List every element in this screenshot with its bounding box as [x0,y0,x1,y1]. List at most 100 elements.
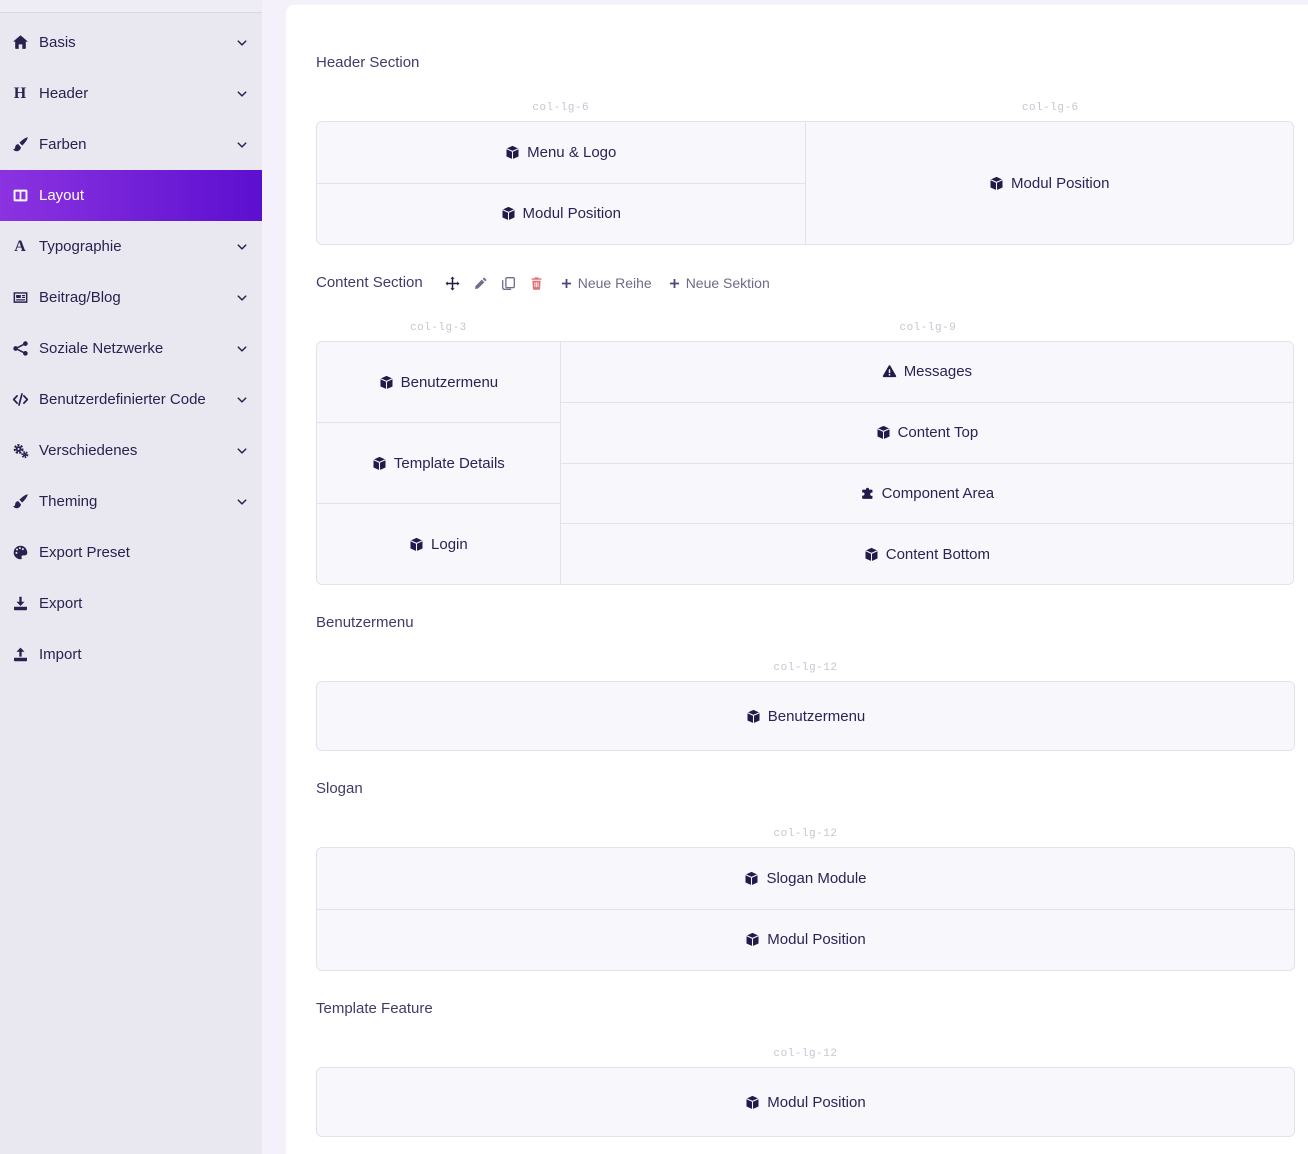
grid-column: Modul Position [316,1067,1295,1137]
cogs-icon [10,442,30,459]
sidebar: Basis H Header Farben Layout A Typograph… [0,0,262,1154]
section-benutzermenu: Benutzermenu col-lg-12 Benutzermenu [316,614,1295,751]
edit-pencil-icon[interactable] [473,276,488,291]
column-width-label: col-lg-12 [316,828,1295,840]
sidebar-item-import[interactable]: Import [0,629,262,680]
sidebar-item-export-preset[interactable]: Export Preset [0,527,262,578]
module-component-area[interactable]: Component Area [560,463,1294,525]
section-slogan: Slogan col-lg-12 Slogan Module Modul Pos… [316,780,1295,971]
section-row: Modul Position [316,1067,1295,1137]
cube-icon [864,547,879,562]
column-labels-row: col-lg-3 col-lg-9 [316,322,1295,334]
module-modul-position[interactable]: Modul Position [316,909,1295,972]
column-labels-row: col-lg-12 [316,828,1295,840]
paintbrush-icon [10,136,30,153]
chevron-down-icon [236,241,248,253]
sidebar-item-label: Farben [39,136,236,153]
column-width-label: col-lg-12 [316,1048,1295,1060]
module-modul-position[interactable]: Modul Position [805,121,1295,245]
cube-icon [505,145,520,160]
palette-icon [10,544,30,561]
cube-icon [744,871,759,886]
cube-icon [989,176,1004,191]
module-content-top[interactable]: Content Top [560,402,1294,464]
module-label: Menu & Logo [527,144,616,161]
layout-builder-panel: Header Section col-lg-6 col-lg-6 Menu & … [286,5,1308,1154]
column-width-label: col-lg-9 [561,322,1295,334]
cube-icon [746,709,761,724]
copy-icon[interactable] [501,276,516,291]
column-labels-row: col-lg-6 col-lg-6 [316,102,1295,114]
sidebar-item-label: Beitrag/Blog [39,289,236,306]
cube-icon [745,1095,760,1110]
sidebar-item-beitrag-blog[interactable]: Beitrag/Blog [0,272,262,323]
move-icon[interactable] [445,276,460,291]
sidebar-item-label: Theming [39,493,236,510]
module-login[interactable]: Login [316,503,561,585]
new-section-label: Neue Sektion [686,275,770,291]
sidebar-item-header[interactable]: H Header [0,68,262,119]
cube-icon [745,932,760,947]
chevron-down-icon [236,394,248,406]
section-content-section: Content Section Neue Reihe Neue Sektion … [316,274,1295,585]
module-template-details[interactable]: Template Details [316,422,561,504]
section-title: Template Feature [316,1000,433,1018]
code-icon [10,391,30,408]
module-label: Benutzermenu [768,708,866,725]
new-row-button[interactable]: Neue Reihe [560,275,652,291]
section-toolbar: Neue Reihe Neue Sektion [445,275,770,291]
cube-icon [379,375,394,390]
chevron-down-icon [236,496,248,508]
chevron-down-icon [236,343,248,355]
module-content-bottom[interactable]: Content Bottom [560,523,1294,585]
module-benutzermenu[interactable]: Benutzermenu [316,341,561,423]
module-menu-logo[interactable]: Menu & Logo [316,121,806,184]
column-width-label: col-lg-3 [316,322,561,334]
module-label: Benutzermenu [401,374,499,391]
chevron-down-icon [236,445,248,457]
module-slogan-module[interactable]: Slogan Module [316,847,1295,910]
plus-icon [560,277,573,290]
grid-column: Messages Content Top Component Area Cont… [560,341,1294,585]
download-icon [10,595,30,612]
sidebar-item-export[interactable]: Export [0,578,262,629]
module-label: Content Top [898,424,979,441]
sidebar-item-theming[interactable]: Theming [0,476,262,527]
chevron-down-icon [236,139,248,151]
columns-icon [10,187,30,204]
sidebar-item-benutzerdefinierter-code[interactable]: Benutzerdefinierter Code [0,374,262,425]
delete-trash-icon[interactable] [529,276,544,291]
grid-column: Benutzermenu Template Details Login [316,341,561,585]
sidebar-item-basis[interactable]: Basis [0,17,262,68]
module-modul-position[interactable]: Modul Position [316,183,806,246]
sidebar-item-soziale-netzwerke[interactable]: Soziale Netzwerke [0,323,262,374]
home-icon [10,34,30,51]
sidebar-item-label: Typographie [39,238,236,255]
module-label: Content Bottom [886,546,990,563]
grid-column: Menu & Logo Modul Position [316,121,806,245]
sidebar-item-label: Import [39,646,248,663]
sidebar-item-typographie[interactable]: A Typographie [0,221,262,272]
font-icon: A [10,238,30,255]
module-benutzermenu[interactable]: Benutzermenu [316,681,1295,751]
module-label: Modul Position [767,931,865,948]
sidebar-item-label: Layout [39,187,248,204]
column-labels-row: col-lg-12 [316,1048,1295,1060]
share-icon [10,340,30,357]
new-section-button[interactable]: Neue Sektion [668,275,770,291]
module-modul-position[interactable]: Modul Position [316,1067,1295,1137]
section-row: Benutzermenu [316,681,1295,751]
plus-icon [668,277,681,290]
section-title: Content Section [316,274,423,292]
sidebar-item-layout[interactable]: Layout [0,170,262,221]
section-row: Menu & Logo Modul Position Modul Positio… [316,121,1295,245]
section-title: Benutzermenu [316,614,414,632]
sidebar-item-label: Export Preset [39,544,248,561]
module-messages[interactable]: Messages [560,341,1294,403]
sidebar-item-verschiedenes[interactable]: Verschiedenes [0,425,262,476]
sidebar-item-farben[interactable]: Farben [0,119,262,170]
chevron-down-icon [236,37,248,49]
module-label: Modul Position [523,205,621,222]
section-row: Benutzermenu Template Details Login Mess… [316,341,1295,585]
module-label: Template Details [394,455,505,472]
